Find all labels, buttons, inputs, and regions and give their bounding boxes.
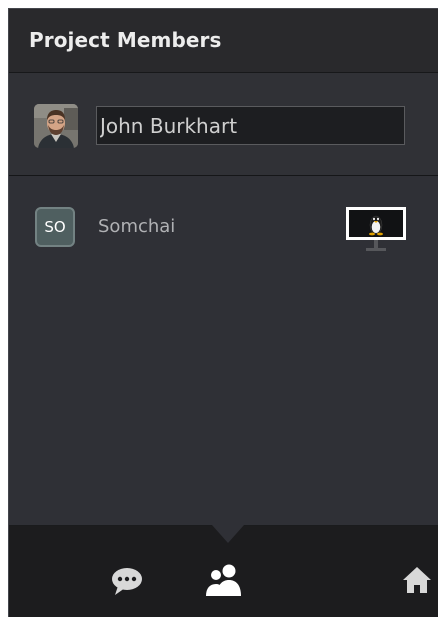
user-name-field[interactable] [96, 106, 405, 145]
member-initials-badge: SO [35, 207, 75, 247]
member-name: Somchai [98, 216, 176, 237]
list-item[interactable]: SO Somchai [9, 206, 438, 254]
panel-header: Project Members [9, 9, 438, 73]
project-members-panel: Project Members SO Somchai [8, 8, 438, 617]
user-photo-avatar-icon [34, 104, 78, 148]
member-list: SO Somchai [9, 176, 438, 526]
home-icon[interactable] [401, 564, 433, 596]
avatar[interactable] [34, 104, 78, 148]
active-tab-indicator [212, 525, 244, 543]
page-title: Project Members [29, 28, 222, 52]
bottom-nav-bar [9, 525, 438, 617]
linux-monitor-icon [346, 207, 406, 251]
chat-icon[interactable] [110, 567, 144, 597]
current-user-section [9, 73, 438, 176]
people-icon[interactable] [204, 563, 244, 597]
